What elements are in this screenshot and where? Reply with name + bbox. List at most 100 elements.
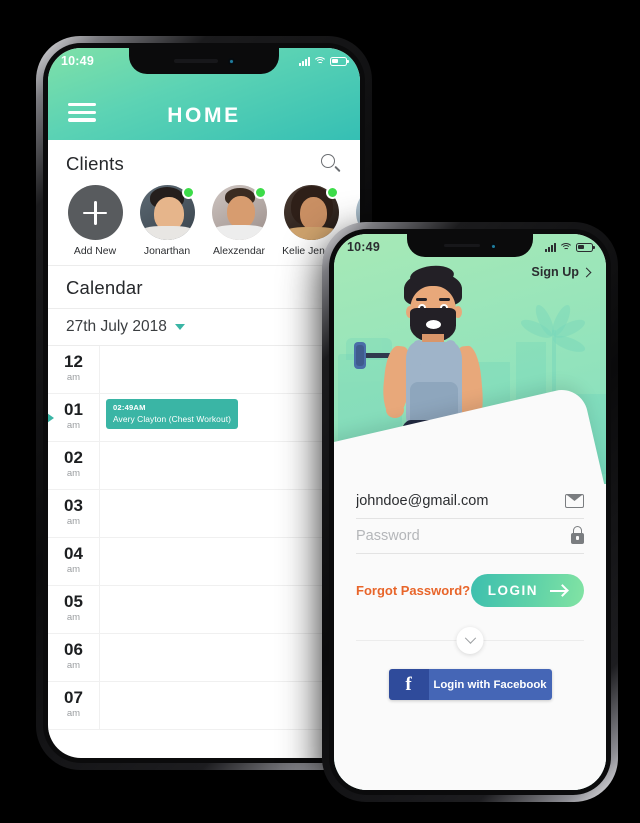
agenda-slot: 07 am bbox=[48, 682, 360, 730]
agenda-slot: 12 am bbox=[48, 346, 360, 394]
calendar-header: Calendar bbox=[48, 265, 360, 308]
calendar-agenda[interactable]: 12 am 01 am 02:49AM Avery Clayton (Chest… bbox=[48, 346, 360, 758]
expand-divider bbox=[356, 627, 584, 654]
facebook-login-label: Login with Facebook bbox=[428, 669, 552, 700]
slot-hour: 02 bbox=[64, 448, 83, 467]
sign-up-label: Sign Up bbox=[531, 265, 579, 279]
agenda-slot: 06 am bbox=[48, 634, 360, 682]
slot-time: 07 am bbox=[48, 682, 100, 729]
lock-icon bbox=[571, 526, 584, 544]
slot-meridiem: am bbox=[66, 516, 81, 527]
client-label: Jonarthan bbox=[143, 246, 191, 257]
clients-header: Clients bbox=[48, 140, 360, 179]
slot-meridiem: am bbox=[66, 372, 81, 383]
current-time-marker-icon bbox=[48, 412, 54, 423]
slot-time: 01 am bbox=[48, 394, 100, 441]
avatar bbox=[67, 185, 123, 240]
hero-brow-left bbox=[416, 298, 427, 301]
slot-meridiem: am bbox=[66, 708, 81, 719]
slot-meridiem: am bbox=[66, 612, 81, 623]
forgot-password-link[interactable]: Forgot Password? bbox=[356, 583, 470, 598]
login-phone-screen: 10:49 Sign Up johndoe@gmail.com Forgot P… bbox=[334, 234, 606, 790]
calendar-event[interactable]: 02:49AM Avery Clayton (Chest Workout) bbox=[106, 399, 239, 429]
slot-body bbox=[100, 538, 360, 585]
home-app: 10:49 HOME Clients Add New Jonarthan Ale… bbox=[48, 48, 360, 758]
slot-hour: 01 bbox=[64, 400, 83, 419]
slot-meridiem: am bbox=[66, 420, 81, 431]
avatar-wrap bbox=[211, 185, 267, 240]
slot-body bbox=[100, 586, 360, 633]
home-phone-screen: 10:49 HOME Clients Add New Jonarthan Ale… bbox=[48, 48, 360, 758]
online-status-dot bbox=[181, 186, 195, 199]
slot-meridiem: am bbox=[66, 564, 81, 575]
password-field[interactable] bbox=[356, 528, 571, 544]
slot-time: 05 am bbox=[48, 586, 100, 633]
envelope-icon bbox=[565, 494, 584, 508]
hamburger-menu-icon[interactable] bbox=[68, 99, 96, 126]
status-time: 10:49 bbox=[61, 54, 94, 68]
battery-icon bbox=[576, 242, 595, 252]
login-app: 10:49 Sign Up johndoe@gmail.com Forgot P… bbox=[334, 234, 606, 790]
slot-time: 02 am bbox=[48, 442, 100, 489]
calendar-heading: Calendar bbox=[66, 277, 143, 298]
client-item-jonarthan[interactable]: Jonarthan bbox=[136, 185, 198, 257]
slot-body bbox=[100, 442, 360, 489]
chevron-down-icon bbox=[464, 632, 476, 644]
home-app-bar: 10:49 HOME bbox=[48, 48, 360, 140]
earpiece-speaker bbox=[173, 59, 218, 63]
login-notch bbox=[407, 234, 533, 257]
agenda-slot: 02 am bbox=[48, 442, 360, 490]
online-status-dot bbox=[253, 186, 267, 199]
slot-hour: 04 bbox=[64, 544, 83, 563]
signal-bars-icon bbox=[544, 242, 556, 252]
slot-hour: 12 bbox=[64, 352, 83, 371]
slot-body bbox=[100, 634, 360, 681]
plus-icon bbox=[83, 200, 107, 225]
slot-hour: 06 bbox=[64, 640, 83, 659]
search-icon[interactable] bbox=[320, 153, 342, 175]
hero-mouth bbox=[426, 320, 441, 329]
login-button-label: LOGIN bbox=[487, 583, 538, 598]
clients-heading: Clients bbox=[66, 153, 124, 174]
earpiece-speaker bbox=[444, 243, 480, 248]
slot-hour: 03 bbox=[64, 496, 83, 515]
slot-hour: 07 bbox=[64, 688, 83, 707]
slot-time: 12 am bbox=[48, 346, 100, 393]
slot-body bbox=[100, 346, 360, 393]
status-time: 10:49 bbox=[347, 240, 380, 254]
battery-icon bbox=[330, 56, 349, 66]
status-icons bbox=[544, 242, 595, 252]
facebook-f-icon: f bbox=[388, 669, 429, 700]
home-notch bbox=[129, 48, 279, 74]
front-camera bbox=[490, 242, 496, 249]
avatar-wrap bbox=[139, 185, 195, 240]
expand-more-button[interactable] bbox=[456, 627, 484, 654]
arrow-right-icon bbox=[550, 589, 567, 592]
event-time: 02:49AM bbox=[113, 403, 146, 412]
calendar-date-selector[interactable]: 27th July 2018 bbox=[48, 308, 360, 346]
event-title: Avery Clayton (Chest Workout) bbox=[113, 413, 232, 424]
email-field-row[interactable] bbox=[356, 484, 584, 519]
agenda-slot: 03 am bbox=[48, 490, 360, 538]
login-phone-bezel: 10:49 Sign Up johndoe@gmail.com Forgot P… bbox=[329, 229, 611, 795]
hero-brow-right bbox=[439, 298, 450, 301]
password-field-row[interactable] bbox=[356, 519, 584, 554]
clients-list[interactable]: Add New Jonarthan Alexzendar Kelie Jenne… bbox=[48, 179, 360, 265]
calendar-date-label: 27th July 2018 bbox=[66, 318, 167, 335]
online-status-dot bbox=[325, 186, 339, 199]
status-icons bbox=[298, 56, 349, 66]
slot-body bbox=[100, 682, 360, 729]
front-camera bbox=[227, 57, 235, 65]
slot-time: 03 am bbox=[48, 490, 100, 537]
wifi-icon bbox=[559, 242, 573, 252]
email-field[interactable] bbox=[356, 493, 565, 509]
avatar-wrap bbox=[283, 185, 339, 240]
wifi-icon bbox=[313, 56, 327, 66]
login-button[interactable]: LOGIN bbox=[470, 574, 584, 607]
sign-up-link[interactable]: Sign Up bbox=[531, 265, 592, 279]
add-new-client-button[interactable]: Add New bbox=[64, 185, 126, 257]
chevron-right-icon bbox=[581, 267, 592, 277]
facebook-login-button[interactable]: f Login with Facebook bbox=[388, 669, 552, 700]
add-new-avatar-wrap bbox=[67, 185, 123, 240]
client-item-alexzendar[interactable]: Alexzendar bbox=[208, 185, 270, 257]
